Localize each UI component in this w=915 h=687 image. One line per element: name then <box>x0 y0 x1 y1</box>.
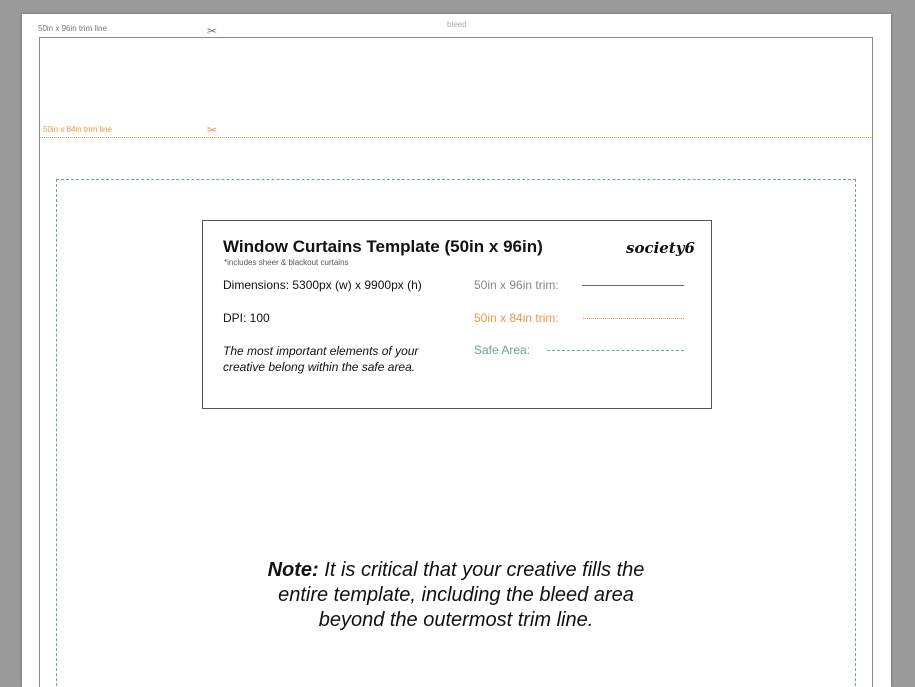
safe-area-note: The most important elements of your crea… <box>223 344 419 374</box>
info-panel: Window Curtains Template (50in x 96in) *… <box>202 220 712 409</box>
scissors-icon: ✂ <box>207 24 218 38</box>
society6-logo: society6 <box>626 239 695 257</box>
dimensions-text: Dimensions: 5300px (w) x 9900px (h) <box>223 278 422 292</box>
scissors-icon: ✂ <box>207 123 218 137</box>
trim-96-label: 50in x 96in trim line <box>38 24 107 33</box>
bleed-note: Note: It is critical that your creative … <box>256 558 656 633</box>
template-page: 50in x 96in trim line ✂ bleed 50in x 84i… <box>22 14 891 687</box>
template-title: Window Curtains Template (50in x 96in) <box>223 237 543 256</box>
note-text: It is critical that your creative fills … <box>278 559 645 631</box>
legend-safe-area-label: Safe Area: <box>474 343 531 357</box>
trim-84-line <box>40 137 871 138</box>
template-subtitle: *includes sheer & blackout curtains <box>224 258 349 267</box>
trim-84-label: 50in x 84in trim line <box>43 125 112 134</box>
legend-trim-84-label: 50in x 84in trim: <box>474 311 559 325</box>
note-prefix: Note: <box>267 559 319 581</box>
dpi-text: DPI: 100 <box>223 311 270 325</box>
legend-trim-96-label: 50in x 96in trim: <box>474 278 559 292</box>
legend-trim-84-line <box>583 318 684 319</box>
legend-safe-area-line <box>547 350 684 351</box>
bleed-label: bleed <box>447 20 467 29</box>
legend-trim-96-line <box>582 285 684 286</box>
